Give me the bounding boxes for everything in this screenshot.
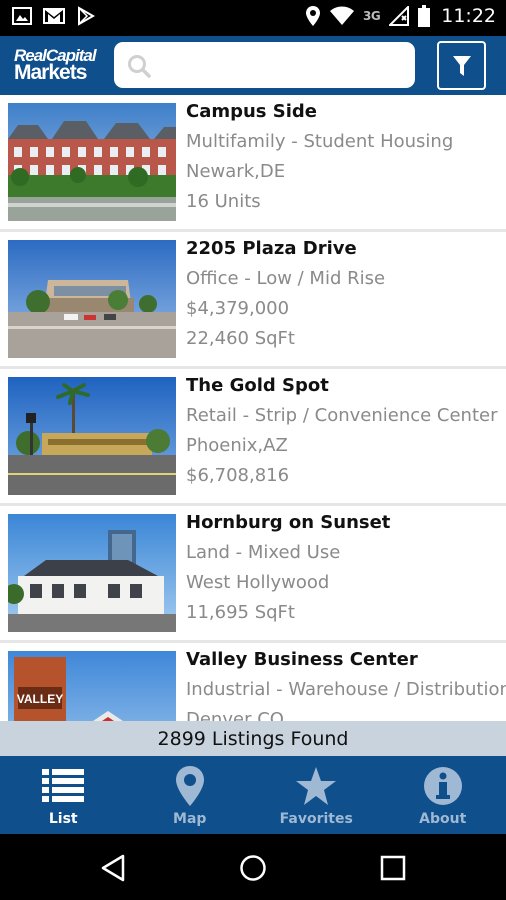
- listing-location: Phoenix,AZ: [186, 435, 288, 456]
- back-icon: [101, 854, 125, 882]
- listing-name: Hornburg on Sunset: [186, 512, 391, 533]
- listing-size: 22,460 SqFt: [186, 328, 295, 349]
- tab-label: List: [48, 811, 78, 827]
- listing-list[interactable]: Campus Side Multifamily - Student Housin…: [0, 95, 506, 721]
- wifi-icon: [330, 6, 355, 25]
- listing-type: Industrial - Warehouse / Distribution: [186, 679, 506, 700]
- listing-size: 16 Units: [186, 191, 261, 212]
- clock: 11:22: [441, 5, 496, 27]
- logo-line-2: Markets: [14, 61, 87, 84]
- recents-icon: [380, 855, 406, 881]
- system-icons: 3G 11:22: [305, 5, 496, 27]
- app-bar: RealCapital Markets: [0, 36, 506, 95]
- app-logo: RealCapital Markets: [14, 47, 102, 85]
- filter-button[interactable]: [437, 41, 486, 90]
- tab-map[interactable]: Map: [127, 756, 254, 834]
- play-store-icon: [78, 6, 96, 26]
- signal-icon: [389, 6, 410, 26]
- home-icon: [240, 855, 266, 881]
- network-type: 3G: [363, 9, 381, 23]
- listing-photo: [8, 103, 176, 221]
- search-icon: [128, 55, 151, 78]
- filter-icon: [452, 55, 471, 76]
- listing-location: West Hollywood: [186, 572, 330, 593]
- listing-type: Land - Mixed Use: [186, 542, 341, 563]
- listing-count: 2899 Listings Found: [0, 721, 506, 756]
- tab-label: Map: [173, 811, 207, 827]
- listing-photo: [8, 377, 176, 495]
- map-pin-icon: [175, 766, 204, 806]
- image-icon: [12, 7, 32, 25]
- tab-list[interactable]: List: [0, 756, 127, 834]
- listing-name: Valley Business Center: [186, 649, 418, 670]
- valley-sign-text: VALLEY: [17, 692, 63, 706]
- listing-location: Newark,DE: [186, 161, 286, 182]
- list-icon: [42, 769, 85, 802]
- listing-row[interactable]: Campus Side Multifamily - Student Housin…: [0, 95, 506, 232]
- tab-about[interactable]: About: [380, 756, 506, 834]
- location-icon: [306, 6, 321, 26]
- search-box[interactable]: [114, 42, 415, 88]
- listing-photo: [8, 514, 176, 632]
- status-bar: 3G 11:22: [0, 0, 506, 36]
- listing-name: The Gold Spot: [186, 375, 329, 396]
- back-button[interactable]: [96, 851, 130, 885]
- tab-label: About: [419, 811, 467, 827]
- home-button[interactable]: [236, 851, 270, 885]
- listing-photo: VALLEY: [8, 651, 176, 721]
- listing-price: $4,379,000: [186, 298, 290, 319]
- tab-favorites[interactable]: Favorites: [253, 756, 380, 834]
- star-icon: [296, 767, 337, 805]
- listing-name: Campus Side: [186, 101, 318, 122]
- listing-type: Multifamily - Student Housing: [186, 131, 454, 152]
- listing-location: Denver,CO: [186, 709, 284, 721]
- info-icon: [423, 767, 462, 805]
- system-nav-bar: [0, 834, 506, 900]
- listing-row[interactable]: VALLEY Valley Business Center Industrial…: [0, 643, 506, 721]
- search-input[interactable]: [158, 50, 408, 80]
- listing-name: 2205 Plaza Drive: [186, 238, 357, 259]
- notification-icons: [12, 6, 96, 26]
- bottom-tab-bar: List Map Favorites About: [0, 756, 506, 834]
- tab-label: Favorites: [279, 811, 353, 827]
- listing-row[interactable]: Hornburg on Sunset Land - Mixed Use West…: [0, 506, 506, 643]
- battery-icon: [418, 5, 431, 27]
- listing-row[interactable]: 2205 Plaza Drive Office - Low / Mid Rise…: [0, 232, 506, 369]
- listing-price: $6,708,816: [186, 465, 290, 486]
- recents-button[interactable]: [376, 851, 410, 885]
- listing-type: Office - Low / Mid Rise: [186, 268, 386, 289]
- listing-size: 11,695 SqFt: [186, 602, 295, 623]
- listing-photo: [8, 240, 176, 358]
- gmail-icon: [43, 8, 65, 24]
- listing-type: Retail - Strip / Convenience Center: [186, 405, 498, 426]
- listing-row[interactable]: The Gold Spot Retail - Strip / Convenien…: [0, 369, 506, 506]
